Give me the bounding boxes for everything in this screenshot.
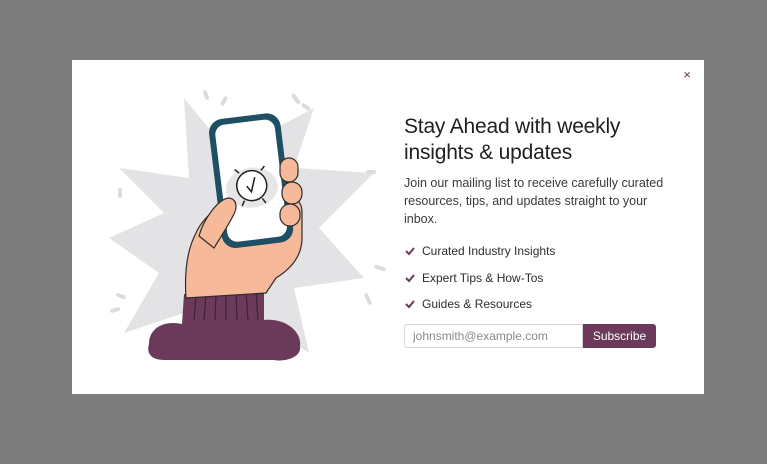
close-button[interactable]: × [680,68,694,82]
hand-holding-phone-illustration [109,90,386,361]
feature-label: Expert Tips & How-Tos [422,270,544,285]
feature-label: Curated Industry Insights [422,244,556,259]
newsletter-modal: × Stay Ahead with weekly insights & upda… [72,60,704,394]
email-input[interactable] [404,323,583,348]
subscribe-button[interactable]: Subscribe [583,323,656,348]
newsletter-content: Stay Ahead with weekly insights & update… [404,114,674,348]
feature-item: Expert Tips & How-Tos [404,265,674,292]
check-icon [404,245,416,257]
feature-label: Guides & Resources [422,297,533,312]
modal-title: Stay Ahead with weekly insights & update… [404,115,621,164]
modal-description: Join our mailing list to receive careful… [404,176,664,226]
finger-shapes [279,157,303,227]
check-icon [404,298,416,310]
subscribe-form: Subscribe [404,323,674,348]
feature-item: Curated Industry Insights [404,238,674,265]
feature-item: Guides & Resources [404,291,674,318]
feature-list: Curated Industry Insights Expert Tips & … [404,238,674,318]
close-icon: × [683,67,691,82]
check-icon [404,272,416,284]
